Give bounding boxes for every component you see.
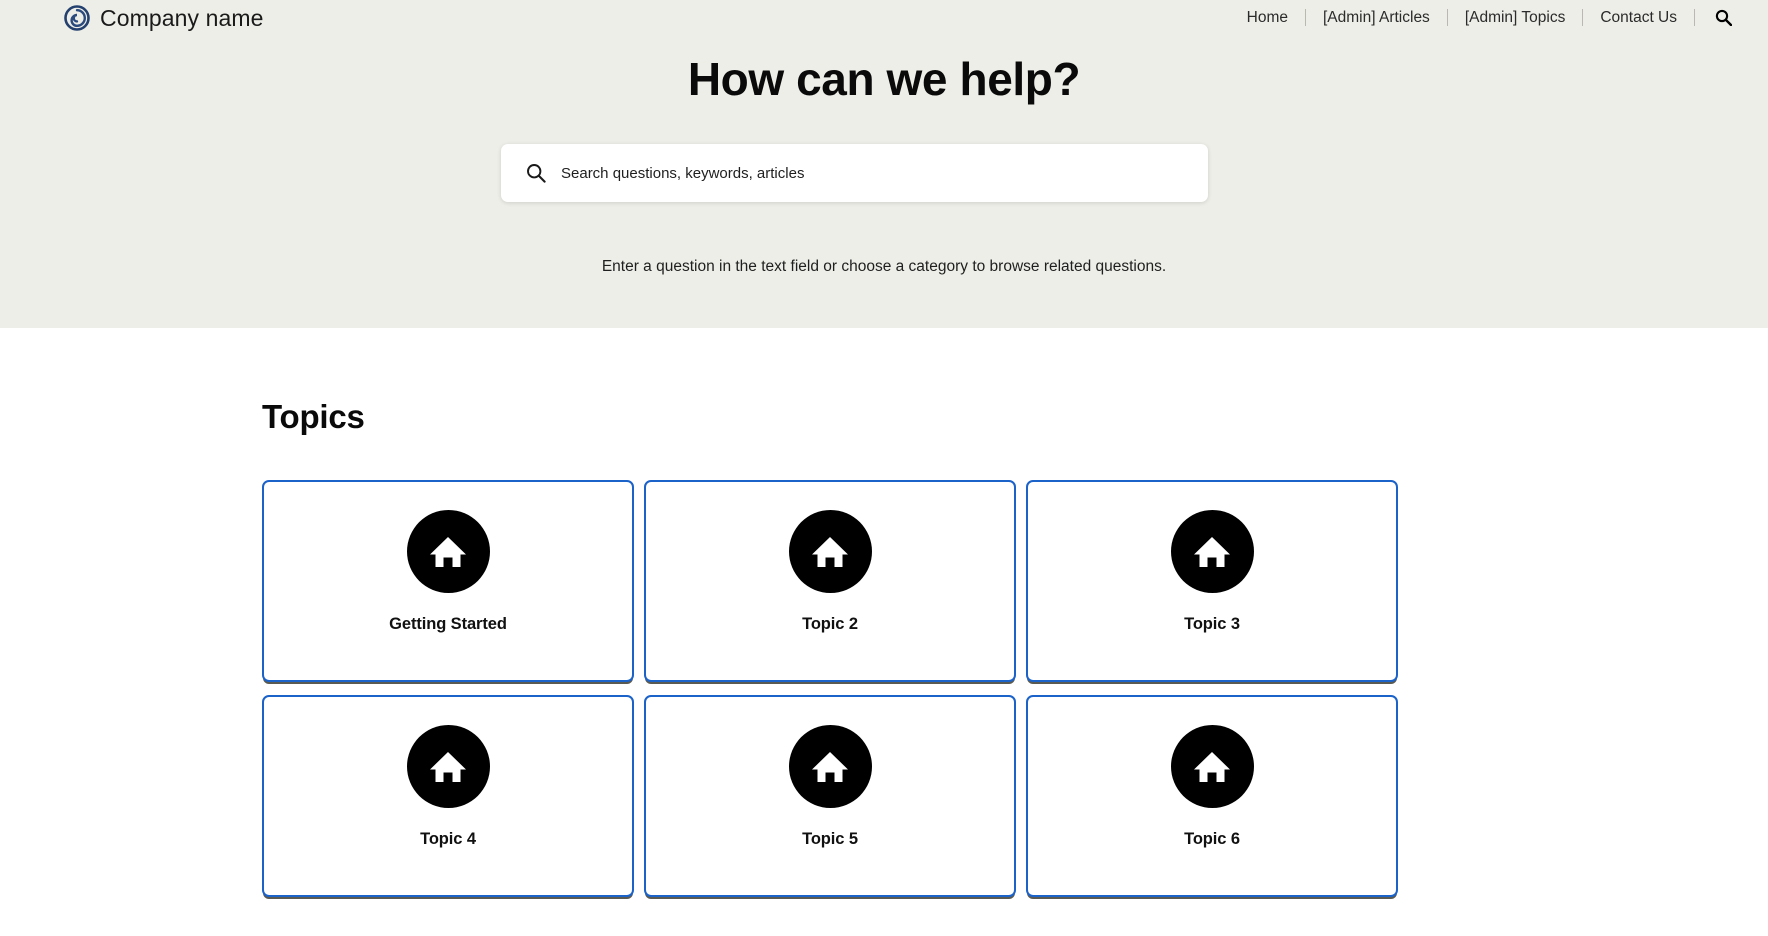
nav-link-contact-us[interactable]: Contact Us [1583, 10, 1694, 26]
nav-link-home[interactable]: Home [1230, 10, 1305, 26]
search-icon [525, 162, 547, 184]
topic-card-getting-started[interactable]: Getting Started [262, 480, 634, 682]
nav-link-admin-articles[interactable]: [Admin] Articles [1306, 10, 1447, 26]
topic-card-label: Topic 3 [1184, 615, 1240, 633]
topics-grid: Getting Started Topic 2 Topic 3 Topic 4 … [262, 480, 1398, 897]
hero-subtitle: Enter a question in the text field or ch… [601, 258, 1167, 275]
topic-card-topic-5[interactable]: Topic 5 [644, 695, 1016, 897]
topic-card-label: Topic 6 [1184, 830, 1240, 848]
topic-card-topic-3[interactable]: Topic 3 [1026, 480, 1398, 682]
spiral-circle-logo-icon [64, 5, 90, 31]
topic-card-label: Topic 4 [420, 830, 476, 848]
page-title: How can we help? [687, 53, 1081, 105]
topic-card-topic-4[interactable]: Topic 4 [262, 695, 634, 897]
topic-card-label: Getting Started [389, 615, 507, 633]
home-icon [1170, 510, 1254, 593]
nav-link-admin-topics[interactable]: [Admin] Topics [1448, 10, 1583, 26]
home-icon [788, 725, 872, 808]
topic-card-topic-2[interactable]: Topic 2 [644, 480, 1016, 682]
home-icon [406, 725, 490, 808]
search-bar[interactable] [501, 144, 1208, 202]
topics-section: Topics Getting Started Topic 2 Topic 3 T… [0, 328, 1768, 897]
search-icon [1715, 9, 1732, 26]
home-icon [406, 510, 490, 593]
home-icon [1170, 725, 1254, 808]
topic-card-label: Topic 5 [802, 830, 858, 848]
site-header: Company name Home [Admin] Articles [Admi… [0, 0, 1768, 34]
brand[interactable]: Company name [64, 5, 264, 31]
search-input[interactable] [561, 144, 1208, 202]
home-icon [788, 510, 872, 593]
topic-card-label: Topic 2 [802, 615, 858, 633]
topic-card-topic-6[interactable]: Topic 6 [1026, 695, 1398, 897]
brand-name: Company name [100, 4, 264, 31]
main-nav: Home [Admin] Articles [Admin] Topics Con… [1230, 9, 1742, 26]
hero-section: Company name Home [Admin] Articles [Admi… [0, 0, 1768, 328]
topics-heading: Topics [262, 398, 365, 435]
nav-search-button[interactable] [1695, 9, 1742, 26]
